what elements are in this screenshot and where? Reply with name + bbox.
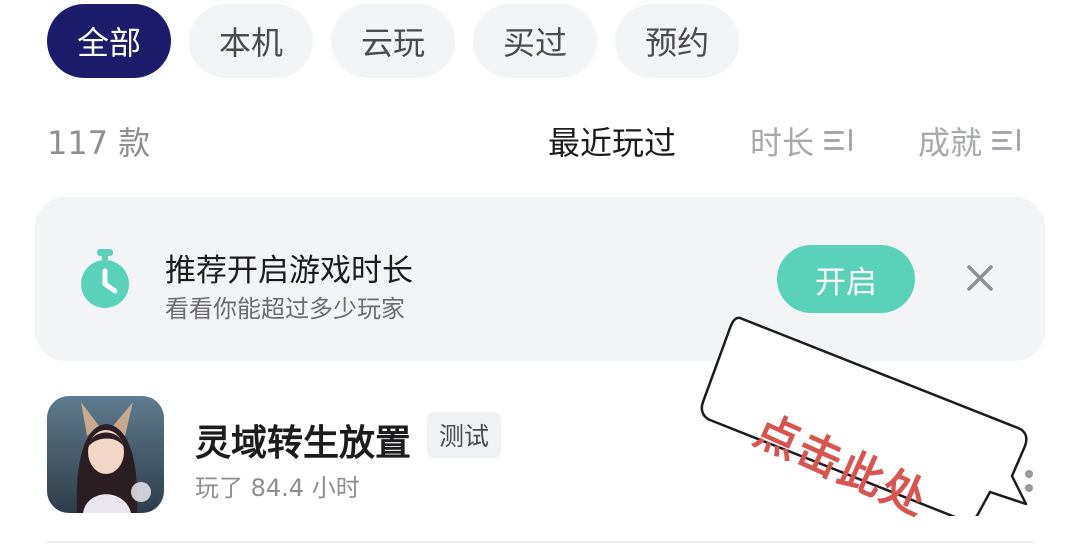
banner-title: 推荐开启游戏时长: [165, 253, 413, 289]
enable-playtime-button[interactable]: 开启: [777, 245, 915, 313]
game-cover-image: [47, 396, 164, 513]
play-time: 玩了 84.4 小时: [195, 474, 360, 502]
sort-order-icon: [824, 129, 854, 153]
game-count: 117 款: [47, 124, 151, 162]
sort-order-icon: [992, 129, 1022, 153]
tab-purchased[interactable]: 买过: [473, 4, 598, 78]
tab-reserved[interactable]: 预约: [615, 4, 740, 78]
close-icon[interactable]: [965, 263, 995, 293]
banner-subtitle: 看看你能超过多少玩家: [165, 295, 405, 323]
sort-achievement[interactable]: 成就: [918, 118, 1022, 164]
tab-all[interactable]: 全部: [47, 4, 172, 78]
game-title: 灵域转生放置: [195, 423, 412, 464]
sort-duration[interactable]: 时长: [750, 118, 854, 164]
sort-achievement-label: 成就: [918, 124, 983, 162]
list-divider: [47, 541, 1033, 543]
tab-local[interactable]: 本机: [189, 4, 314, 78]
tab-cloud[interactable]: 云玩: [331, 4, 456, 78]
sort-recent-label: 最近玩过: [548, 124, 677, 162]
filter-tabs: 全部 本机 云玩 买过 预约: [47, 4, 740, 78]
sort-recent[interactable]: 最近玩过: [548, 118, 676, 164]
sort-duration-label: 时长: [750, 124, 815, 162]
stopwatch-icon: [81, 249, 129, 308]
test-badge: 测试: [427, 412, 502, 458]
